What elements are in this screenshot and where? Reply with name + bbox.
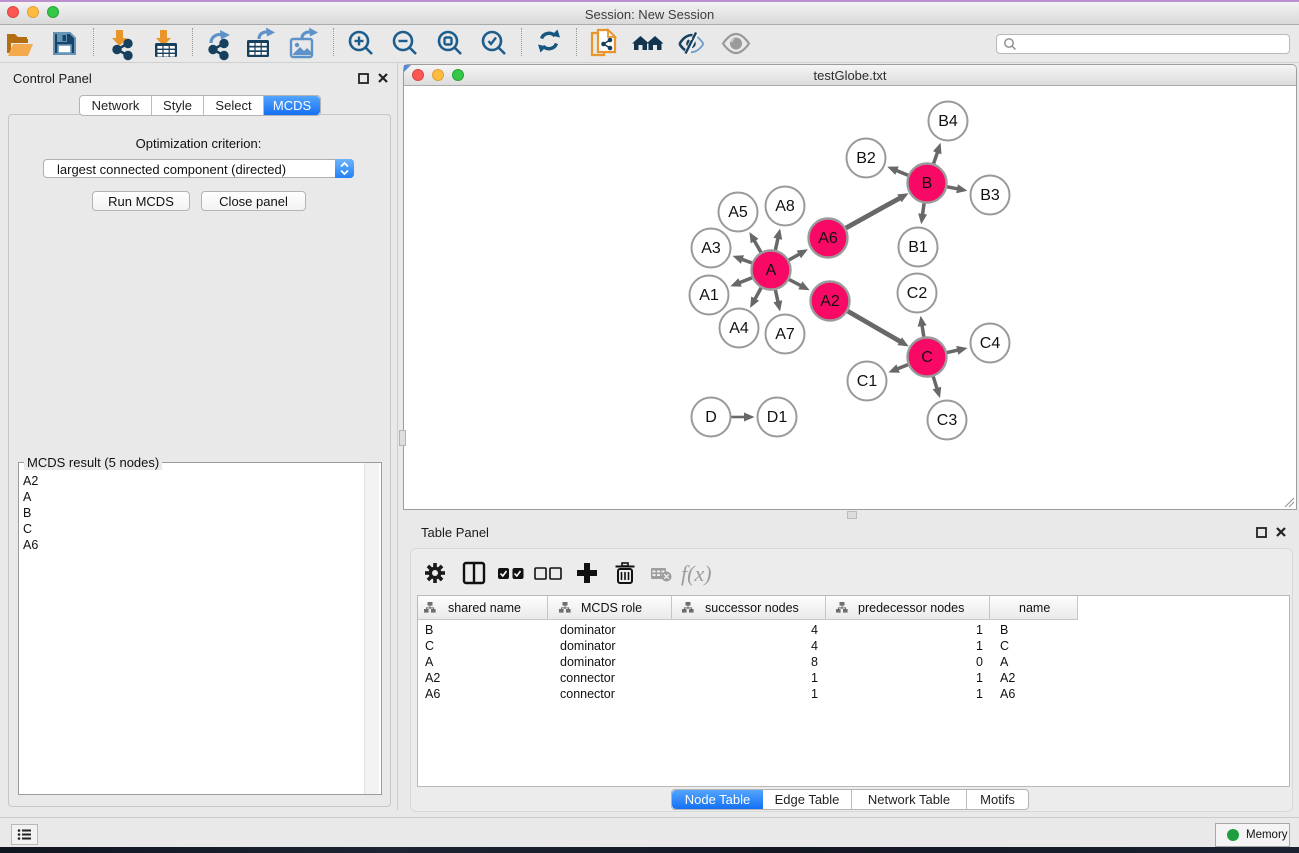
svg-text:B3: B3: [980, 187, 1000, 204]
svg-text:B2: B2: [856, 150, 876, 167]
svg-text:B1: B1: [908, 239, 928, 256]
svg-text:A5: A5: [728, 204, 748, 221]
svg-text:f(x): f(x): [681, 561, 712, 586]
svg-text:C: C: [921, 349, 933, 366]
svg-text:B: B: [922, 175, 933, 192]
svg-text:B4: B4: [938, 113, 958, 130]
svg-text:C1: C1: [857, 373, 878, 390]
svg-text:D1: D1: [767, 409, 788, 426]
svg-text:A: A: [766, 262, 777, 279]
svg-text:C4: C4: [980, 335, 1001, 352]
svg-text:A6: A6: [818, 230, 838, 247]
svg-text:A1: A1: [699, 287, 719, 304]
svg-text:A4: A4: [729, 320, 749, 337]
svg-text:A2: A2: [820, 293, 840, 310]
svg-text:A8: A8: [775, 198, 795, 215]
svg-text:A7: A7: [775, 326, 795, 343]
svg-text:C3: C3: [937, 412, 958, 429]
svg-text:D: D: [705, 409, 717, 426]
svg-text:C2: C2: [907, 285, 928, 302]
svg-text:A3: A3: [701, 240, 721, 257]
